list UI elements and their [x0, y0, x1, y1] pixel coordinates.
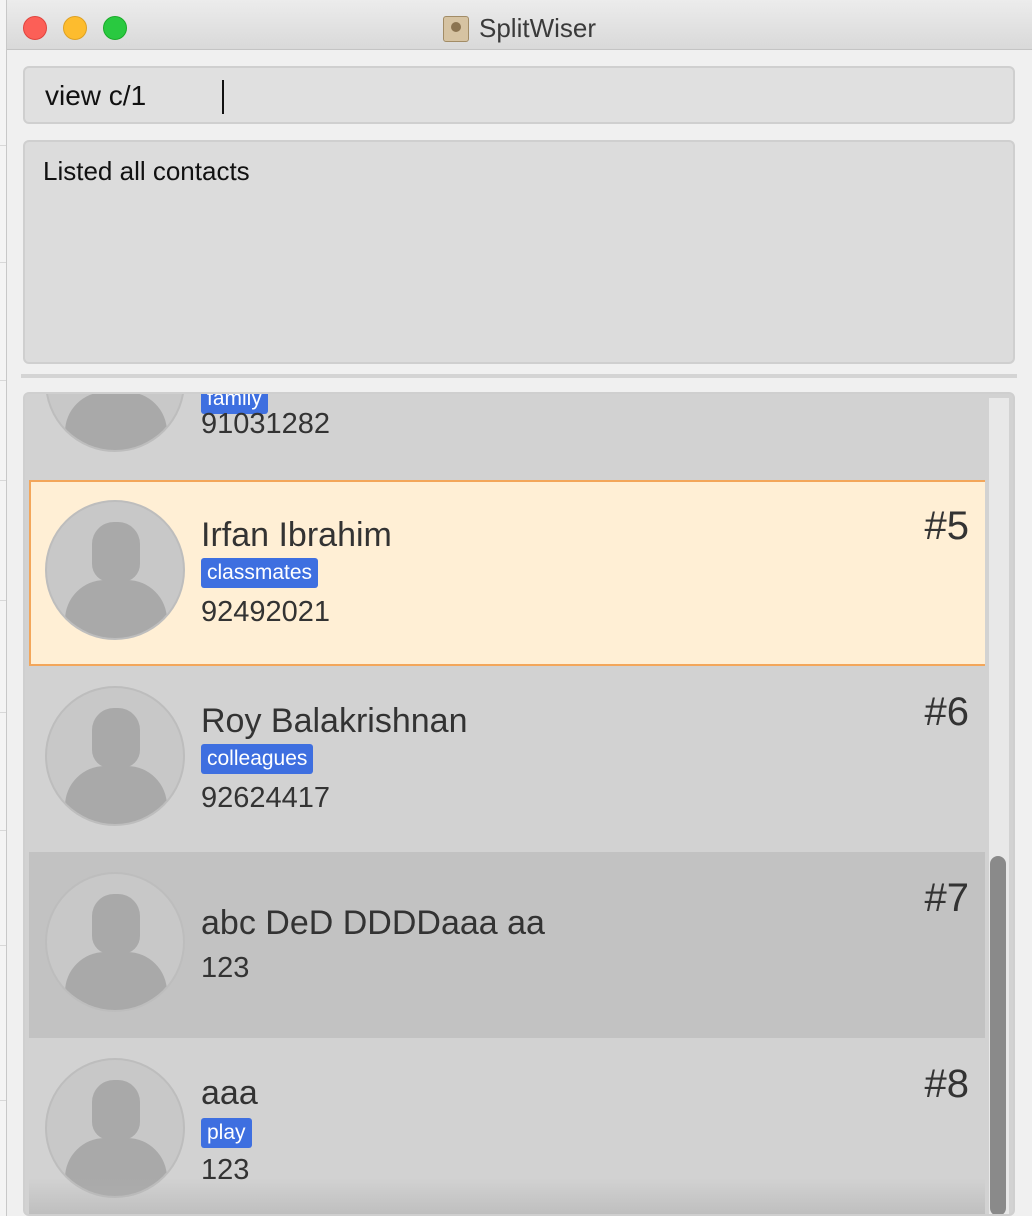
contact-card[interactable]: Roy Balakrishnan colleagues 92624417 #6	[29, 666, 985, 852]
contact-phone: 92624417	[201, 782, 331, 814]
avatar-icon	[45, 1058, 185, 1198]
contact-phone: 91031282	[201, 408, 331, 440]
title-bar: SplitWiser	[7, 0, 1032, 50]
avatar-icon	[45, 686, 185, 826]
contact-tag: play	[201, 1118, 252, 1148]
contact-card[interactable]: family 91031282	[29, 394, 985, 478]
app-window: SplitWiser Listed all contacts family 91…	[6, 0, 1032, 1216]
contact-card[interactable]: abc DeD DDDDaaa aa 123 #7	[29, 852, 985, 1038]
avatar-icon	[45, 394, 185, 452]
contact-name: aaa	[201, 1074, 258, 1112]
result-display[interactable]: Listed all contacts	[23, 140, 1015, 364]
command-box[interactable]	[23, 66, 1015, 124]
contact-phone: 123	[201, 952, 250, 984]
contact-card-selected[interactable]: Irfan Ibrahim classmates 92492021 #5	[29, 480, 985, 666]
contact-phone: 92492021	[201, 596, 331, 628]
contact-index: #6	[924, 690, 970, 734]
avatar-icon	[45, 500, 185, 640]
window-title: SplitWiser	[7, 12, 1032, 44]
contact-index: #7	[924, 876, 970, 920]
app-icon	[442, 16, 469, 42]
avatar-icon	[45, 872, 185, 1012]
window-title-text: SplitWiser	[478, 13, 596, 43]
text-caret	[222, 80, 224, 114]
scrollbar-thumb[interactable]	[990, 856, 1006, 1214]
result-message: Listed all contacts	[43, 156, 250, 186]
contact-name: Roy Balakrishnan	[201, 702, 468, 740]
contact-name: abc DeD DDDDaaa aa	[201, 904, 545, 942]
contact-index: #8	[924, 1062, 970, 1106]
contact-index: #5	[924, 504, 970, 548]
contact-tag: colleagues	[201, 744, 314, 774]
contact-tag: classmates	[201, 558, 319, 588]
pane-divider[interactable]	[21, 374, 1017, 378]
list-bottom-shadow	[29, 1178, 985, 1214]
contact-list-viewport: family 91031282 Irfan Ibrahim classmates…	[29, 394, 985, 1214]
command-input[interactable]	[45, 78, 985, 114]
contact-name: Irfan Ibrahim	[201, 516, 392, 554]
contact-list[interactable]: family 91031282 Irfan Ibrahim classmates…	[23, 392, 1015, 1216]
